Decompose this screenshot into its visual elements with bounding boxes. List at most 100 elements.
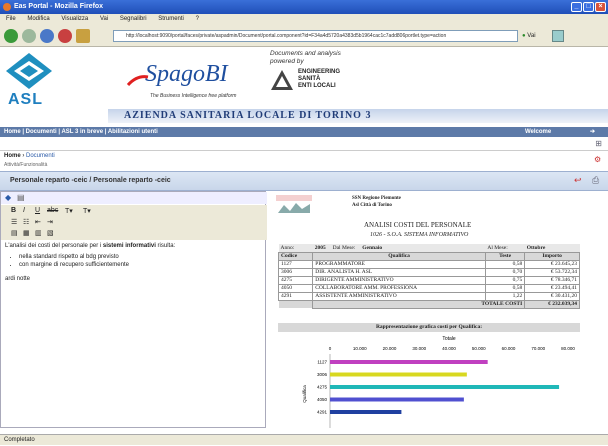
welcome-label: Welcome — [525, 129, 552, 135]
table-row: 4275 DIRIGENTE AMMINISTRATIVO 0,75 € 78.346… — [277, 275, 580, 285]
table-row: 4291 ASSISTENTE AMMINISTRATIVO 1,22 € 30.43… — [277, 291, 580, 301]
cell: PROGRAMMATORE — [312, 259, 486, 269]
reload-icon[interactable] — [40, 29, 54, 43]
bullet-item: nella standard rispetto al bdg previsto — [19, 253, 261, 261]
justify-icon[interactable]: ▧ — [47, 229, 54, 237]
total-value: € 232.039,34 — [524, 299, 580, 309]
qualifica-chart: Totale 0 10.000 20.000 30.000 40.000 50.000 60.… — [302, 336, 575, 428]
numbered-list-icon[interactable]: ☷ — [23, 218, 29, 226]
chart-section-title: Rappresentazione grafica costi per Quali… — [278, 323, 580, 332]
cell: 0,58 — [484, 283, 526, 293]
doc-icon[interactable]: ▤ — [17, 193, 25, 202]
breadcrumb-current[interactable]: Documenti — [26, 153, 55, 159]
total-row: TOTALE COSTI € 232.039,34 — [278, 299, 580, 309]
breadcrumb-home[interactable]: Home — [4, 153, 21, 159]
org-line-1: SSN Regione Piemonte — [352, 196, 401, 201]
stop-icon[interactable] — [58, 29, 72, 43]
table-row: 1127 PROGRAMMATORE 0,58 € 23.645,23 — [277, 259, 580, 269]
engineering-logo-icon — [271, 70, 293, 90]
intro-end: risulta: — [155, 243, 176, 249]
window-titlebar: Eas Portal - Mozilla Firefox _ □ × — [0, 0, 608, 14]
menu-help[interactable]: ? — [196, 16, 199, 22]
org-line-2: Asl Città di Torino — [352, 203, 392, 208]
url-input[interactable]: http://localhost:9090/portal/faces/priva… — [113, 30, 518, 42]
go-button[interactable]: ● Vai — [522, 30, 546, 42]
menu-vai[interactable]: Vai — [100, 16, 108, 22]
save-icon[interactable]: ◆ — [5, 193, 11, 202]
x-tick-label: 50.000 — [472, 346, 486, 351]
spagobi-subtitle: The Business Intelligence free platform — [150, 93, 237, 99]
x-tick-label: 20.000 — [383, 346, 397, 351]
report-subtitle: 1026 - S.O.A. SISTEMA INFORMATIVO — [370, 232, 469, 238]
align-center-icon[interactable]: ▦ — [23, 229, 30, 237]
arrow-right-icon[interactable]: ➔ — [590, 127, 595, 137]
breadcrumb: Home › Documenti Attività/Funzionalità ⚙ — [0, 151, 608, 171]
align-right-icon[interactable]: ▥ — [35, 229, 42, 237]
cell: 3006 — [277, 267, 314, 277]
bar — [330, 397, 464, 402]
breadcrumb-sub: Attività/Funzionalità — [4, 162, 48, 168]
menu-file[interactable]: File — [6, 16, 16, 22]
y-tick-label: 3006 — [317, 372, 328, 377]
report-title: ANALISI COSTI DEL PERSONALE — [364, 221, 472, 229]
menu-modifica[interactable]: Modifica — [27, 16, 49, 22]
highlight-icon[interactable]: T▾ — [83, 207, 91, 215]
editor-footer-text: ardi notte — [5, 276, 31, 282]
status-bar: Completato — [0, 434, 608, 445]
cell: € 53.722,34 — [524, 267, 580, 277]
intro-bold: sistemi informativi — [102, 243, 156, 249]
layout-icon[interactable]: ⊞ — [595, 139, 602, 148]
anno-value: 2005 — [314, 244, 326, 251]
bar — [330, 360, 488, 364]
cell: 0,58 — [484, 259, 526, 269]
forward-icon[interactable] — [22, 29, 36, 43]
cell: 1,22 — [484, 291, 526, 301]
x-tick-label: 0 — [329, 346, 332, 351]
bold-icon[interactable]: B — [11, 207, 16, 214]
list-icon[interactable]: ☰ — [11, 218, 17, 226]
x-tick-label: 10.000 — [353, 346, 367, 351]
maximize-button[interactable]: □ — [583, 2, 594, 12]
outdent-icon[interactable]: ⇤ — [35, 218, 41, 226]
report-view: SSN Regione Piemonte Asl Città di Torino… — [272, 191, 602, 428]
gear-icon[interactable]: ⚙ — [594, 155, 601, 164]
docs-line-1: Documents and analysis — [270, 50, 341, 57]
cell: € 23.645,23 — [524, 259, 580, 269]
align-left-icon[interactable]: ▤ — [11, 229, 18, 237]
eng-line-1: ENGINEERING — [298, 69, 341, 75]
portal-nav-links[interactable]: Home | Documenti | ASL 3 in breve | Abil… — [4, 129, 158, 135]
cell: € 78.346,71 — [524, 275, 580, 285]
search-engine-icon[interactable] — [552, 30, 564, 42]
y-axis-label: Qualifica — [302, 385, 307, 403]
editor-content[interactable]: L'analisi dei costi del personale per i … — [1, 240, 265, 420]
bar — [330, 410, 402, 414]
indent-icon[interactable]: ⇥ — [47, 218, 53, 226]
menu-visualizza[interactable]: Visualizza — [61, 16, 88, 22]
underline-icon[interactable]: U — [35, 207, 40, 214]
strike-icon[interactable]: abc — [47, 207, 58, 214]
back-icon[interactable] — [4, 29, 18, 43]
minimize-button[interactable]: _ — [571, 2, 582, 12]
portal-nav: Home | Documenti | ASL 3 in breve | Abil… — [0, 127, 608, 137]
close-button[interactable]: × — [595, 2, 606, 12]
cell: DIRIGENTE AMMINISTRATIVO — [312, 275, 486, 285]
al-label: Al Mese: — [487, 244, 508, 251]
x-tick-label: 40.000 — [442, 346, 456, 351]
bullet-item: con margine di recupero sufficientemente — [19, 261, 261, 269]
back-arrow-icon[interactable]: ↩ — [574, 175, 582, 186]
menu-segnalibri[interactable]: Segnalibri — [120, 16, 147, 22]
header-cell: Importo — [524, 251, 580, 261]
y-tick-label: 1127 — [317, 360, 327, 365]
menu-strumenti[interactable]: Strumenti — [158, 16, 184, 22]
table-row: 4050 COLLABORATORE AMM. PROFESSIONA 0,58 € … — [277, 283, 580, 293]
asl-logo-text: ASL — [8, 91, 43, 108]
header-cell: Teste — [484, 251, 526, 261]
portlet-title: Personale reparto -ceic / Personale repa… — [10, 177, 171, 184]
bar — [330, 385, 560, 389]
firefox-icon — [3, 3, 11, 11]
font-color-icon[interactable]: T▾ — [65, 207, 73, 215]
cell: 0,70 — [484, 267, 526, 277]
print-icon[interactable]: ⎙ — [592, 175, 599, 186]
italic-icon[interactable]: I — [23, 207, 25, 214]
home-icon[interactable] — [76, 29, 90, 43]
